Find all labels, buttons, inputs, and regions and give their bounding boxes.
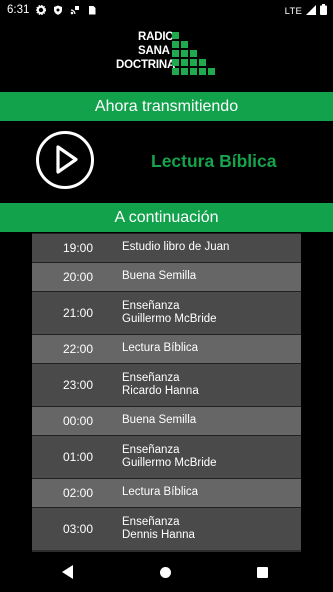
- logo-square: [172, 50, 179, 57]
- logo-line-2: SANA: [138, 45, 170, 57]
- schedule-row: 20:00 Buena Semilla: [32, 262, 301, 291]
- schedule-time: 03:00: [63, 522, 94, 536]
- schedule-program: Buena Semilla: [122, 270, 196, 284]
- recent-apps-icon[interactable]: [257, 567, 268, 578]
- program-speaker: Guillermo McBride: [122, 457, 217, 469]
- program-speaker: Ricardo Hanna: [122, 385, 199, 397]
- schedule-row: 00:00 Buena Semilla: [32, 406, 301, 435]
- program-name: Enseñanza: [122, 371, 180, 384]
- schedule-program: Enseñanza Dennis Hanna: [122, 516, 195, 543]
- schedule-program: Enseñanza Ricardo Hanna: [122, 372, 199, 399]
- sim-card-icon: [87, 5, 97, 15]
- logo-square: [181, 50, 188, 57]
- schedule-program: Buena Semilla: [122, 414, 196, 428]
- settings-icon: [36, 4, 47, 16]
- program-name: Buena Semilla: [122, 270, 197, 283]
- logo-square: [190, 59, 197, 66]
- logo-square: [199, 59, 206, 66]
- play-button[interactable]: [36, 131, 94, 189]
- schedule-program: Lectura Bíblica: [122, 342, 198, 356]
- schedule-program: Enseñanza Guillermo McBride: [122, 444, 217, 471]
- battery-icon: [320, 4, 327, 18]
- schedule-row: 03:00 Enseñanza Dennis Hanna: [32, 507, 301, 550]
- program-speaker: Guillermo McBride: [122, 313, 217, 325]
- schedule-row: 01:00 Enseñanza Guillermo McBride: [32, 435, 301, 478]
- logo-square: [190, 68, 197, 75]
- program-speaker: Dennis Hanna: [122, 529, 195, 541]
- schedule-row: 02:00 Lectura Bíblica: [32, 478, 301, 507]
- play-icon: [56, 145, 78, 174]
- logo-square: [190, 50, 197, 57]
- up-next-header: A continuación: [0, 203, 333, 232]
- schedule-time: 23:00: [63, 378, 94, 392]
- schedule-time: 00:00: [63, 414, 94, 428]
- program-name: Lectura Bíblica: [122, 486, 199, 499]
- home-icon[interactable]: [160, 567, 171, 578]
- schedule-time: 20:00: [63, 270, 94, 284]
- program-name: Lectura Bíblica: [122, 342, 199, 355]
- program-name: Buena Semilla: [122, 414, 197, 427]
- schedule-row: 23:00 Enseñanza Ricardo Hanna: [32, 363, 301, 406]
- schedule-row: 21:00 Enseñanza Guillermo McBride: [32, 291, 301, 334]
- now-playing-title: Lectura Bíblica: [151, 151, 277, 171]
- logo-line-1: RADIO: [138, 31, 175, 43]
- logo-line-3: DOCTRINA: [116, 59, 176, 71]
- status-time: 6:31: [7, 4, 30, 16]
- network-type: LTE: [284, 5, 302, 17]
- program-name: Enseñanza: [122, 515, 180, 528]
- status-bar: 6:31 LTE: [0, 0, 333, 20]
- logo-square: [172, 41, 179, 48]
- navigation-bar: [0, 552, 333, 592]
- logo-square: [181, 59, 188, 66]
- schedule-program: Estudio libro de Juan: [122, 241, 229, 255]
- schedule-time: 21:00: [63, 306, 94, 320]
- shield-icon: [53, 5, 63, 15]
- logo-square: [199, 68, 206, 75]
- logo-square: [208, 68, 215, 75]
- schedule-row: 19:00 Estudio libro de Juan: [32, 233, 301, 262]
- logo-square: [172, 32, 179, 39]
- schedule-time: 19:00: [63, 241, 94, 255]
- signal-icon: [306, 4, 316, 18]
- schedule-program: Lectura Bíblica: [122, 486, 198, 500]
- schedule-row: 22:00 Lectura Bíblica: [32, 334, 301, 363]
- program-name: Enseñanza: [122, 299, 180, 312]
- program-name: Enseñanza: [122, 443, 180, 456]
- schedule-list[interactable]: 19:00 Estudio libro de Juan 20:00 Buena Sem…: [32, 233, 301, 552]
- logo-square: [181, 68, 188, 75]
- radio-logo: RADIO SANA DOCTRINA: [116, 30, 220, 78]
- now-playing-header: Ahora transmitiendo: [0, 92, 333, 121]
- logo-square: [172, 68, 179, 75]
- back-icon[interactable]: [62, 565, 74, 584]
- schedule-program: Enseñanza Guillermo McBride: [122, 300, 217, 327]
- schedule-time: 01:00: [63, 450, 94, 464]
- logo-text: RADIO SANA DOCTRINA: [116, 30, 175, 72]
- schedule-time: 22:00: [63, 342, 94, 356]
- logo-square: [172, 59, 179, 66]
- program-name: Estudio libro de Juan: [122, 241, 230, 254]
- logo-square: [181, 41, 188, 48]
- cast-icon: [70, 5, 80, 15]
- schedule-time: 02:00: [63, 486, 94, 500]
